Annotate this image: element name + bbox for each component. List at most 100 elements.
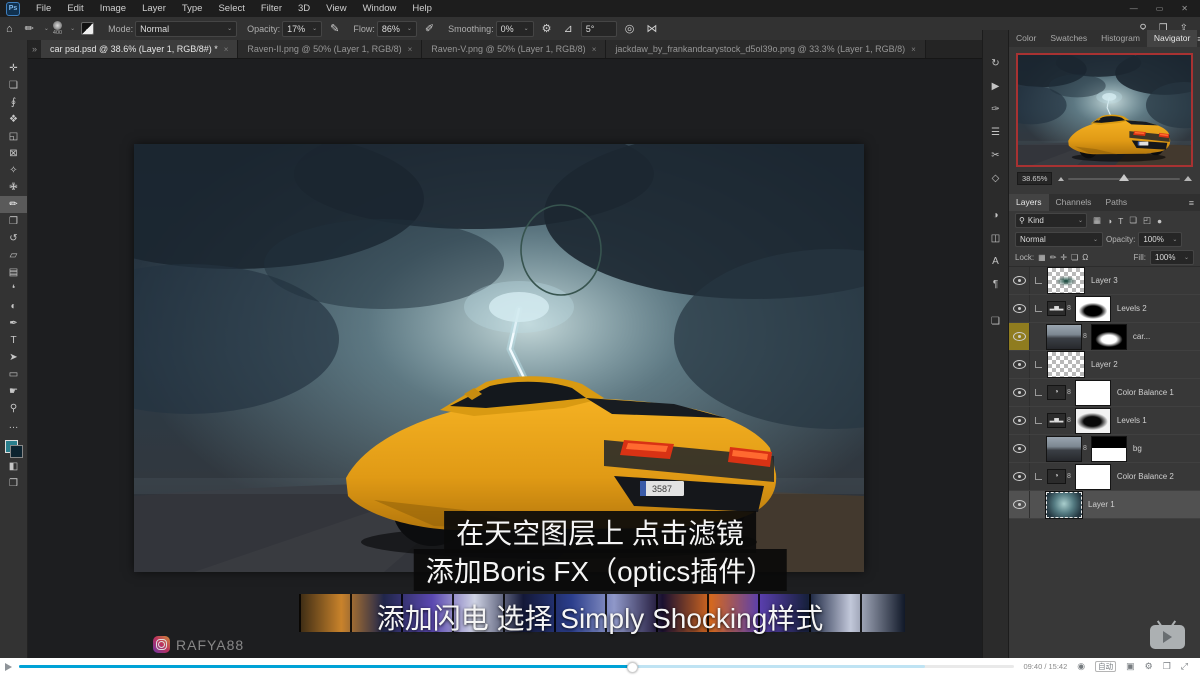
color-swatches[interactable] <box>5 440 23 458</box>
smoothing-field[interactable]: 0% ⌄ <box>496 21 534 37</box>
layer-mask-thumbnail[interactable] <box>1075 296 1111 322</box>
menu-filter[interactable]: Filter <box>253 0 290 17</box>
lock-position-icon[interactable]: ✛ <box>1060 253 1067 262</box>
layer-thumbnail[interactable] <box>1046 324 1082 350</box>
lock-artboard-icon[interactable]: ❏ <box>1071 253 1078 262</box>
player-settings-icon[interactable]: ⚙ <box>1145 661 1153 672</box>
navigator-zoom-value[interactable]: 38.65% <box>1017 172 1052 185</box>
quality-auto-label[interactable]: 自动 <box>1095 661 1116 672</box>
crop-tool[interactable]: ◱ <box>0 128 27 145</box>
symmetry-icon[interactable]: ⋈ <box>646 22 657 35</box>
lock-all-icon[interactable]: Ω <box>1082 253 1088 262</box>
clone-source-panel-icon[interactable]: ◫ <box>991 227 1000 250</box>
smoothing-options-gear-icon[interactable]: ⚙ <box>542 22 552 35</box>
layer-row-bg[interactable]: 8 bg <box>1009 435 1200 463</box>
lasso-tool[interactable]: ∮ <box>0 94 27 111</box>
tab-layers[interactable]: Layers <box>1009 194 1049 211</box>
layer-row-levels2[interactable]: ▂▅▂ 8 Levels 2 <box>1009 295 1200 323</box>
visibility-toggle[interactable] <box>1009 379 1030 406</box>
home-icon[interactable]: ⌂ <box>6 23 13 35</box>
filter-toggle-icon[interactable]: ● <box>1157 216 1162 226</box>
danmaku-settings-icon[interactable]: ▣ <box>1126 661 1135 672</box>
seek-handle[interactable] <box>627 662 638 673</box>
zoom-tool[interactable]: ⚲ <box>0 400 27 417</box>
visibility-toggle[interactable] <box>1009 351 1030 378</box>
shape-tool[interactable]: ▭ <box>0 366 27 383</box>
visibility-toggle[interactable] <box>1009 295 1030 322</box>
panel-menu-icon[interactable]: ≡ <box>1189 198 1200 208</box>
menu-type[interactable]: Type <box>174 0 211 17</box>
libraries-panel-icon[interactable]: ✂ <box>991 144 999 167</box>
layer-mask-thumbnail[interactable] <box>1091 324 1127 350</box>
layer-name[interactable]: Color Balance 2 <box>1117 472 1174 481</box>
flow-field[interactable]: 86% ⌄ <box>377 21 417 37</box>
levels-adjustment-icon[interactable]: ▂▅▂ <box>1047 301 1066 316</box>
tab-swatches[interactable]: Swatches <box>1043 30 1094 47</box>
layer-row-layer3[interactable]: Layer 3 <box>1009 267 1200 295</box>
zoom-in-icon[interactable] <box>1184 176 1192 181</box>
brush-settings-panel-icon[interactable]: ✑ <box>991 98 999 121</box>
path-selection-tool[interactable]: ➤ <box>0 349 27 366</box>
document-tab-raven-ii[interactable]: Raven-II.png @ 50% (Layer 1, RGB/8) × <box>238 40 422 58</box>
color-balance-adjustment-icon[interactable]: ◑ <box>1047 469 1066 484</box>
layer-thumbnail[interactable] <box>1047 267 1085 294</box>
dodge-tool[interactable]: ◐ <box>0 298 27 315</box>
brush-preset-picker[interactable]: 400 <box>53 21 62 37</box>
gradient-tool[interactable]: ▤ <box>0 264 27 281</box>
background-color-swatch[interactable] <box>10 445 23 458</box>
filter-adjustment-layers-icon[interactable]: ◑ <box>1107 216 1112 226</box>
pressure-opacity-icon[interactable]: ✎ <box>330 22 339 35</box>
menu-view[interactable]: View <box>318 0 354 17</box>
opacity-field[interactable]: 17% ⌄ <box>282 21 322 37</box>
hand-tool[interactable]: ☛ <box>0 383 27 400</box>
eyedropper-tool[interactable]: ✧ <box>0 162 27 179</box>
layer-name[interactable]: Levels 1 <box>1117 416 1147 425</box>
close-tab-icon[interactable]: × <box>592 45 597 54</box>
quick-selection-tool[interactable]: ❖ <box>0 111 27 128</box>
layer-name[interactable]: car... <box>1133 332 1150 341</box>
mask-link-icon[interactable]: 8 <box>1067 305 1071 312</box>
close-button[interactable]: ✕ <box>1181 4 1188 13</box>
3d-panel-icon[interactable]: ◇ <box>992 167 1000 190</box>
brush-tool[interactable]: ✏ <box>0 196 27 213</box>
menu-3d[interactable]: 3D <box>290 0 318 17</box>
play-button[interactable] <box>5 663 12 671</box>
zoom-slider-track[interactable] <box>1068 178 1180 180</box>
layer-name[interactable]: Color Balance 1 <box>1117 388 1174 397</box>
layer-comps-panel-icon[interactable]: ❏ <box>991 310 1000 333</box>
layer-row-color-balance-2[interactable]: ◑ 8 Color Balance 2 <box>1009 463 1200 491</box>
blend-mode-select[interactable]: Normal ⌄ <box>135 21 237 37</box>
close-tab-icon[interactable]: × <box>911 45 916 54</box>
layer-filter-kind-select[interactable]: ⚲ Kind ⌄ <box>1015 213 1087 228</box>
mask-link-icon[interactable]: 8 <box>1067 417 1071 424</box>
visibility-toggle[interactable] <box>1009 435 1030 462</box>
document-tab-raven-v[interactable]: Raven-V.png @ 50% (Layer 1, RGB/8) × <box>422 40 606 58</box>
tab-overflow-icon[interactable]: » <box>28 40 41 58</box>
menu-edit[interactable]: Edit <box>59 0 91 17</box>
layer-name[interactable]: Layer 3 <box>1091 276 1118 285</box>
lock-paint-icon[interactable]: ✏ <box>1050 253 1057 262</box>
type-tool[interactable]: T <box>0 332 27 349</box>
color-balance-adjustment-icon[interactable]: ◑ <box>1047 385 1066 400</box>
visibility-toggle[interactable] <box>1009 491 1030 518</box>
layer-row-color-balance-1[interactable]: ◑ 8 Color Balance 1 <box>1009 379 1200 407</box>
layer-opacity-field[interactable]: 100% ⌄ <box>1138 232 1182 247</box>
zoom-slider-thumb[interactable] <box>1119 174 1129 181</box>
layer-thumbnail[interactable] <box>1046 436 1082 462</box>
document-tab-jackdaw[interactable]: jackdaw_by_frankandcarystock_d5ol39o.png… <box>606 40 925 58</box>
layer-mask-thumbnail[interactable] <box>1075 380 1111 406</box>
web-fullscreen-icon[interactable]: ❐ <box>1163 661 1171 672</box>
visibility-toggle[interactable] <box>1009 407 1030 434</box>
mask-link-icon[interactable]: 8 <box>1083 333 1087 340</box>
close-tab-icon[interactable]: × <box>224 45 229 54</box>
menu-image[interactable]: Image <box>92 0 134 17</box>
layer-thumbnail[interactable] <box>1047 351 1085 378</box>
layer-name[interactable]: bg <box>1133 444 1142 453</box>
edit-toolbar-button[interactable]: … <box>0 417 27 434</box>
clone-stamp-tool[interactable]: ❐ <box>0 213 27 230</box>
menu-help[interactable]: Help <box>404 0 440 17</box>
layer-thumbnail[interactable] <box>1046 492 1082 518</box>
mask-link-icon[interactable]: 8 <box>1067 389 1071 396</box>
menu-file[interactable]: File <box>28 0 59 17</box>
layer-name[interactable]: Layer 2 <box>1091 360 1118 369</box>
